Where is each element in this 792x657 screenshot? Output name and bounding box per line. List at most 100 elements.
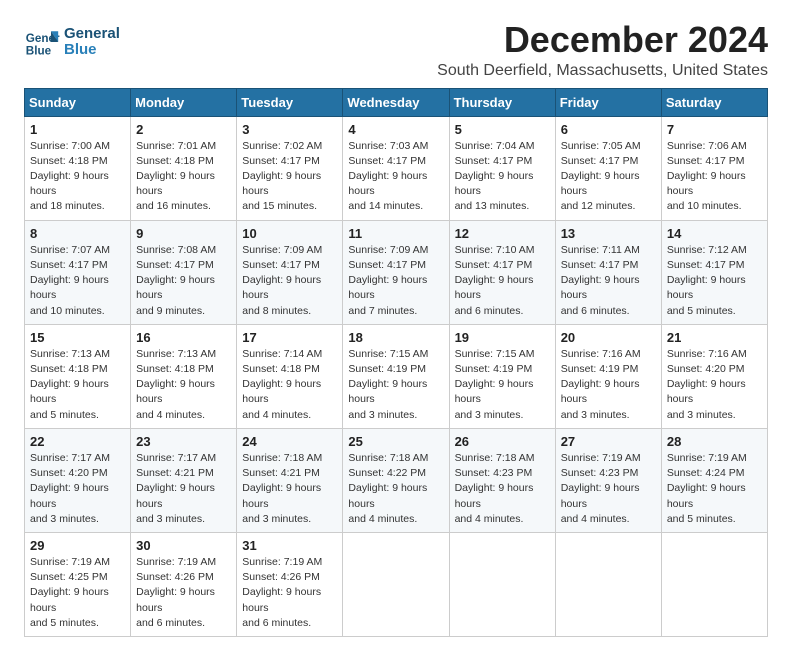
- day-number: 2: [136, 122, 231, 137]
- day-number: 8: [30, 226, 125, 241]
- day-info: Sunrise: 7:10 AMSunset: 4:17 PMDaylight:…: [455, 243, 550, 319]
- calendar-day-14: 14 Sunrise: 7:12 AMSunset: 4:17 PMDayligh…: [661, 220, 767, 324]
- weekday-header-monday: Monday: [131, 88, 237, 116]
- calendar-day-3: 3 Sunrise: 7:02 AMSunset: 4:17 PMDaylight…: [237, 116, 343, 220]
- day-number: 7: [667, 122, 762, 137]
- calendar-day-16: 16Sunrise: 7:13 AMSunset: 4:18 PMDayligh…: [131, 324, 237, 428]
- calendar-day-21: 21 Sunrise: 7:16 AMSunset: 4:20 PMDayligh…: [661, 324, 767, 428]
- day-info: Sunrise: 7:15 AMSunset: 4:19 PMDaylight:…: [455, 347, 550, 423]
- day-number: 31: [242, 538, 337, 553]
- day-info: Sunrise: 7:16 AMSunset: 4:19 PMDaylight:…: [561, 347, 656, 423]
- day-number: 22: [30, 434, 125, 449]
- month-title: December 2024: [437, 20, 768, 60]
- calendar-day-2: 2 Sunrise: 7:01 AMSunset: 4:18 PMDaylight…: [131, 116, 237, 220]
- calendar-day-22: 22Sunrise: 7:17 AMSunset: 4:20 PMDayligh…: [25, 428, 131, 532]
- day-info: Sunrise: 7:12 AMSunset: 4:17 PMDaylight:…: [667, 243, 762, 319]
- day-number: 15: [30, 330, 125, 345]
- day-info: Sunrise: 7:16 AMSunset: 4:20 PMDaylight:…: [667, 347, 762, 423]
- day-info: Sunrise: 7:05 AMSunset: 4:17 PMDaylight:…: [561, 139, 656, 215]
- calendar-day-18: 18 Sunrise: 7:15 AMSunset: 4:19 PMDayligh…: [343, 324, 449, 428]
- day-number: 5: [455, 122, 550, 137]
- day-number: 10: [242, 226, 337, 241]
- day-number: 25: [348, 434, 443, 449]
- day-number: 9: [136, 226, 231, 241]
- calendar-table: SundayMondayTuesdayWednesdayThursdayFrid…: [24, 88, 768, 637]
- day-info: Sunrise: 7:00 AMSunset: 4:18 PMDaylight:…: [30, 139, 125, 215]
- calendar-day-12: 12Sunrise: 7:10 AMSunset: 4:17 PMDayligh…: [449, 220, 555, 324]
- svg-text:Blue: Blue: [26, 45, 52, 58]
- empty-cell: [555, 532, 661, 636]
- day-info: Sunrise: 7:13 AMSunset: 4:18 PMDaylight:…: [136, 347, 231, 423]
- day-number: 21: [667, 330, 762, 345]
- weekday-header-friday: Friday: [555, 88, 661, 116]
- title-block: December 2024 South Deerfield, Massachus…: [437, 20, 768, 80]
- calendar-week-3: 15 Sunrise: 7:13 AMSunset: 4:18 PMDayligh…: [25, 324, 768, 428]
- empty-cell: [661, 532, 767, 636]
- calendar-day-7: 7 Sunrise: 7:06 AMSunset: 4:17 PMDaylight…: [661, 116, 767, 220]
- day-info: Sunrise: 7:19 AMSunset: 4:26 PMDaylight:…: [242, 555, 337, 631]
- calendar-day-29: 29 Sunrise: 7:19 AMSunset: 4:25 PMDayligh…: [25, 532, 131, 636]
- calendar-day-10: 10 Sunrise: 7:09 AMSunset: 4:17 PMDayligh…: [237, 220, 343, 324]
- calendar-week-2: 8Sunrise: 7:07 AMSunset: 4:17 PMDaylight…: [25, 220, 768, 324]
- day-number: 26: [455, 434, 550, 449]
- day-number: 3: [242, 122, 337, 137]
- day-info: Sunrise: 7:08 AMSunset: 4:17 PMDaylight:…: [136, 243, 231, 319]
- day-info: Sunrise: 7:09 AMSunset: 4:17 PMDaylight:…: [242, 243, 337, 319]
- day-number: 28: [667, 434, 762, 449]
- day-number: 14: [667, 226, 762, 241]
- day-info: Sunrise: 7:02 AMSunset: 4:17 PMDaylight:…: [242, 139, 337, 215]
- weekday-header-wednesday: Wednesday: [343, 88, 449, 116]
- calendar-week-5: 29 Sunrise: 7:19 AMSunset: 4:25 PMDayligh…: [25, 532, 768, 636]
- logo-line1: General: [64, 26, 120, 43]
- day-info: Sunrise: 7:01 AMSunset: 4:18 PMDaylight:…: [136, 139, 231, 215]
- logo: General Blue General Blue: [24, 24, 120, 60]
- calendar-day-1: 1 Sunrise: 7:00 AMSunset: 4:18 PMDaylight…: [25, 116, 131, 220]
- day-number: 23: [136, 434, 231, 449]
- calendar-day-28: 28 Sunrise: 7:19 AMSunset: 4:24 PMDayligh…: [661, 428, 767, 532]
- logo-line2: Blue: [64, 42, 120, 59]
- weekday-header-saturday: Saturday: [661, 88, 767, 116]
- calendar-day-8: 8Sunrise: 7:07 AMSunset: 4:17 PMDaylight…: [25, 220, 131, 324]
- day-info: Sunrise: 7:19 AMSunset: 4:23 PMDaylight:…: [561, 451, 656, 527]
- calendar-day-11: 11 Sunrise: 7:09 AMSunset: 4:17 PMDayligh…: [343, 220, 449, 324]
- empty-cell: [343, 532, 449, 636]
- calendar-week-1: 1 Sunrise: 7:00 AMSunset: 4:18 PMDaylight…: [25, 116, 768, 220]
- day-info: Sunrise: 7:19 AMSunset: 4:26 PMDaylight:…: [136, 555, 231, 631]
- calendar-day-17: 17 Sunrise: 7:14 AMSunset: 4:18 PMDayligh…: [237, 324, 343, 428]
- day-info: Sunrise: 7:09 AMSunset: 4:17 PMDaylight:…: [348, 243, 443, 319]
- calendar-day-13: 13Sunrise: 7:11 AMSunset: 4:17 PMDayligh…: [555, 220, 661, 324]
- day-info: Sunrise: 7:03 AMSunset: 4:17 PMDaylight:…: [348, 139, 443, 215]
- calendar-day-26: 26Sunrise: 7:18 AMSunset: 4:23 PMDayligh…: [449, 428, 555, 532]
- calendar-day-31: 31 Sunrise: 7:19 AMSunset: 4:26 PMDayligh…: [237, 532, 343, 636]
- day-number: 4: [348, 122, 443, 137]
- day-info: Sunrise: 7:15 AMSunset: 4:19 PMDaylight:…: [348, 347, 443, 423]
- page-header: General Blue General Blue December 2024 …: [24, 20, 768, 80]
- day-number: 18: [348, 330, 443, 345]
- day-number: 17: [242, 330, 337, 345]
- calendar-day-9: 9 Sunrise: 7:08 AMSunset: 4:17 PMDaylight…: [131, 220, 237, 324]
- day-info: Sunrise: 7:04 AMSunset: 4:17 PMDaylight:…: [455, 139, 550, 215]
- day-number: 27: [561, 434, 656, 449]
- day-number: 11: [348, 226, 443, 241]
- day-number: 30: [136, 538, 231, 553]
- day-info: Sunrise: 7:14 AMSunset: 4:18 PMDaylight:…: [242, 347, 337, 423]
- day-info: Sunrise: 7:19 AMSunset: 4:25 PMDaylight:…: [30, 555, 125, 631]
- calendar-day-19: 19 Sunrise: 7:15 AMSunset: 4:19 PMDayligh…: [449, 324, 555, 428]
- day-number: 20: [561, 330, 656, 345]
- day-info: Sunrise: 7:06 AMSunset: 4:17 PMDaylight:…: [667, 139, 762, 215]
- logo-icon: General Blue: [24, 24, 60, 60]
- empty-cell: [449, 532, 555, 636]
- day-number: 29: [30, 538, 125, 553]
- day-number: 19: [455, 330, 550, 345]
- day-number: 24: [242, 434, 337, 449]
- day-info: Sunrise: 7:18 AMSunset: 4:21 PMDaylight:…: [242, 451, 337, 527]
- calendar-day-25: 25 Sunrise: 7:18 AMSunset: 4:22 PMDayligh…: [343, 428, 449, 532]
- day-number: 1: [30, 122, 125, 137]
- calendar-day-5: 5 Sunrise: 7:04 AMSunset: 4:17 PMDaylight…: [449, 116, 555, 220]
- weekday-header-sunday: Sunday: [25, 88, 131, 116]
- calendar-day-20: 20 Sunrise: 7:16 AMSunset: 4:19 PMDayligh…: [555, 324, 661, 428]
- day-info: Sunrise: 7:18 AMSunset: 4:22 PMDaylight:…: [348, 451, 443, 527]
- calendar-day-15: 15Sunrise: 7:13 AMSunset: 4:18 PMDayligh…: [25, 324, 131, 428]
- calendar-day-30: 30 Sunrise: 7:19 AMSunset: 4:26 PMDayligh…: [131, 532, 237, 636]
- day-info: Sunrise: 7:19 AMSunset: 4:24 PMDaylight:…: [667, 451, 762, 527]
